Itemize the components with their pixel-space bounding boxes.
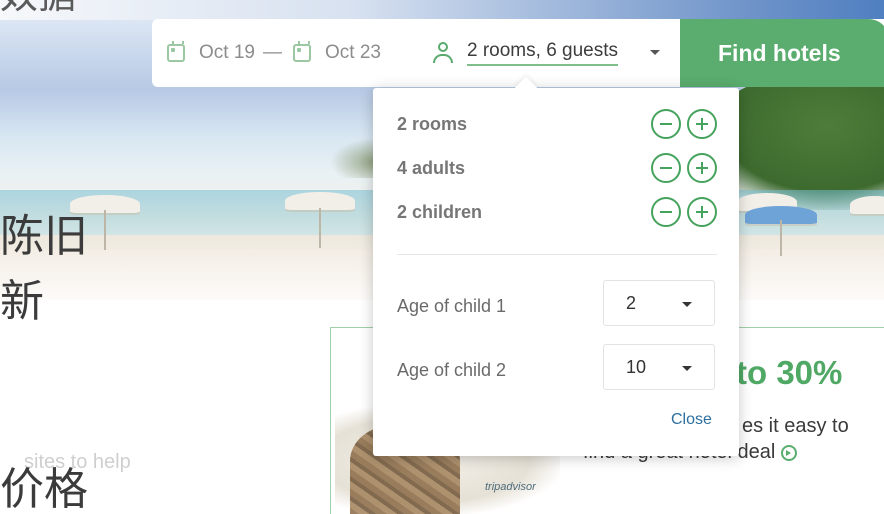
background-text-line-3: 价格 (0, 464, 88, 514)
rooms-decrement-button[interactable] (651, 109, 681, 139)
promo-headline: to 30% (736, 354, 843, 391)
person-icon (433, 42, 455, 64)
promo-image-logo: tripadvisor (485, 481, 536, 493)
find-hotels-button[interactable]: Find hotels (680, 19, 884, 87)
promo-description-line-1: es it easy to (742, 415, 849, 437)
rooms-counter-row: 2 rooms (397, 109, 717, 139)
adults-counter-row: 4 adults (397, 153, 717, 183)
date-separator: — (262, 42, 282, 63)
guests-summary[interactable]: 2 rooms, 6 guests (467, 40, 619, 66)
popup-divider (397, 254, 717, 255)
children-decrement-button[interactable] (651, 197, 681, 227)
child-2-age-select[interactable]: 10 (603, 344, 715, 390)
child-1-age-select[interactable]: 2 (603, 280, 715, 326)
umbrella-pole (319, 208, 321, 248)
child-2-age-label: Age of child 2 (397, 360, 507, 380)
child-1-age-label: Age of child 1 (397, 296, 507, 316)
beach-umbrella-icon (850, 196, 884, 214)
background-heading-fragment: 奴据 (0, 0, 76, 14)
children-increment-button[interactable] (687, 197, 717, 227)
circle-arrow-right-icon[interactable] (781, 444, 798, 461)
background-text-line-1: 陈旧 (0, 211, 88, 262)
checkin-date-field[interactable]: Oct 19 — (167, 19, 290, 87)
hero-top-strip (0, 0, 884, 20)
chevron-down-icon[interactable] (682, 302, 692, 307)
checkout-date-field[interactable]: Oct 23 (293, 19, 381, 87)
calendar-icon (293, 41, 311, 62)
umbrella-pole (780, 220, 782, 256)
chevron-down-icon[interactable] (682, 366, 692, 371)
rooms-increment-button[interactable] (687, 109, 717, 139)
checkout-date[interactable]: Oct 23 (325, 42, 381, 64)
adults-decrement-button[interactable] (651, 153, 681, 183)
children-counter-row: 2 children (397, 197, 717, 227)
chevron-down-icon[interactable] (650, 50, 660, 55)
adults-count: 4 adults (397, 157, 466, 178)
background-text-line-2: 新 (0, 276, 44, 327)
adults-increment-button[interactable] (687, 153, 717, 183)
rooms-count: 2 rooms (397, 113, 468, 134)
guests-popup (373, 88, 739, 456)
children-count: 2 children (397, 201, 483, 222)
umbrella-pole (104, 210, 106, 250)
close-popup-link[interactable]: Close (671, 411, 712, 429)
checkin-date[interactable]: Oct 19 (199, 42, 255, 64)
calendar-icon (167, 41, 185, 62)
